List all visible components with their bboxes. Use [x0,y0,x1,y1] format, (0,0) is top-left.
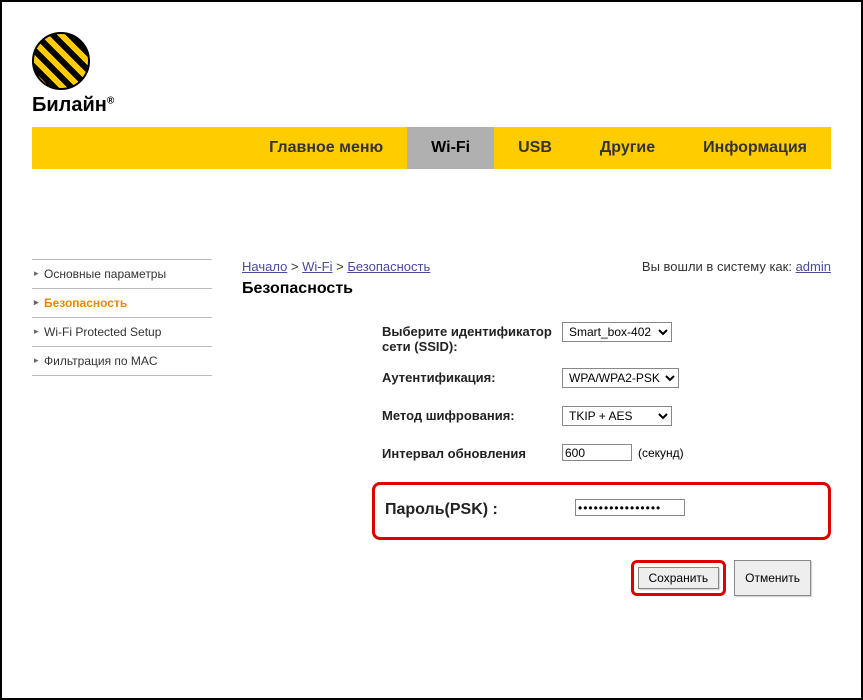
tab-other[interactable]: Другие [576,127,679,169]
psk-label: Пароль(PSK) : [385,499,575,519]
tab-main-menu[interactable]: Главное меню [245,127,407,169]
sidebar-item-security[interactable]: Безопасность [32,289,212,318]
enc-select[interactable]: TKIP + AES [562,406,672,426]
save-highlight: Сохранить [631,560,727,596]
interval-unit: (секунд) [638,446,684,460]
sidebar-item-wps[interactable]: Wi-Fi Protected Setup [32,318,212,347]
breadcrumb-home[interactable]: Начало [242,259,287,274]
psk-highlight: Пароль(PSK) : [372,482,831,540]
ssid-select[interactable]: Smart_box-402 [562,322,672,342]
sidebar: Основные параметры Безопасность Wi-Fi Pr… [32,259,212,596]
psk-input[interactable] [575,499,685,516]
ssid-label: Выберите идентификатор сети (SSID): [382,322,562,354]
brand-logo: Билайн® [32,32,831,117]
login-info: Вы вошли в систему как: admin [642,259,831,274]
logged-user-link[interactable]: admin [796,259,831,274]
tab-wifi[interactable]: Wi-Fi [407,127,494,169]
auth-label: Аутентификация: [382,368,562,385]
breadcrumb-wifi[interactable]: Wi-Fi [302,259,332,274]
enc-label: Метод шифрования: [382,406,562,423]
sidebar-item-basic[interactable]: Основные параметры [32,259,212,289]
breadcrumb-security[interactable]: Безопасность [347,259,430,274]
interval-label: Интервал обновления [382,444,562,461]
sidebar-item-mac-filter[interactable]: Фильтрация по MAC [32,347,212,376]
interval-input[interactable] [562,444,632,461]
tab-info[interactable]: Информация [679,127,831,169]
logo-icon [32,32,90,90]
cancel-button[interactable]: Отменить [734,560,811,596]
brand-name: Билайн® [32,94,831,117]
tab-usb[interactable]: USB [494,127,576,169]
auth-select[interactable]: WPA/WPA2-PSK [562,368,679,388]
main-nav: Главное меню Wi-Fi USB Другие Информация [32,127,831,169]
page-title: Безопасность [242,280,831,298]
save-button[interactable]: Сохранить [638,567,720,589]
